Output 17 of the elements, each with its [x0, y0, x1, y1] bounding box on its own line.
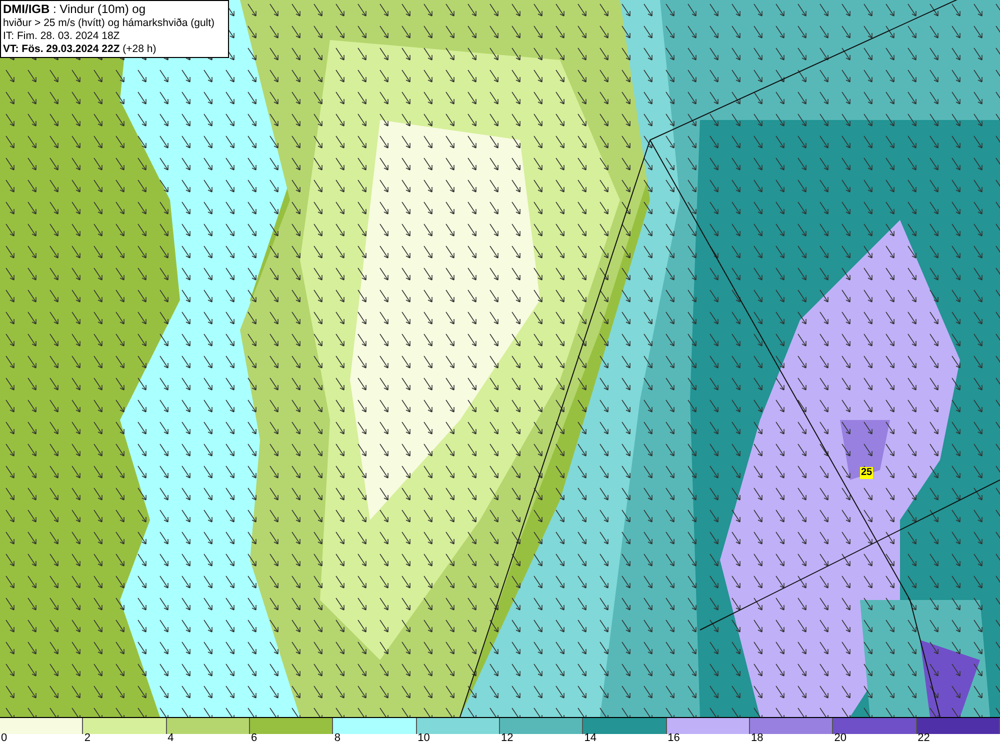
- legend-label: 6: [250, 732, 258, 745]
- legend-label: 2: [84, 732, 90, 745]
- legend-label: 22: [918, 732, 930, 745]
- legend-label: 14: [584, 732, 597, 745]
- gust-marker: 25: [860, 467, 874, 479]
- info-line: DMI/IGB : Vindur (10m) og: [3, 2, 146, 17]
- legend-label: 8: [334, 732, 340, 745]
- legend-label: 0: [1, 732, 8, 745]
- legend-label: 16: [668, 732, 680, 745]
- legend-label: 20: [834, 732, 847, 745]
- info-line: IT: Fim. 28. 03. 2024 18Z: [3, 30, 121, 43]
- legend-label: 10: [418, 732, 430, 745]
- info-line: VT: Fös. 29.03.2024 22Z (+28 h): [3, 43, 158, 56]
- legend-label: 4: [168, 732, 174, 745]
- legend-label: 12: [500, 732, 514, 745]
- info-line: hviður > 25 m/s (hvítt) og hámarkshviða (gult): [3, 17, 216, 30]
- legend-label: 18: [750, 732, 764, 745]
